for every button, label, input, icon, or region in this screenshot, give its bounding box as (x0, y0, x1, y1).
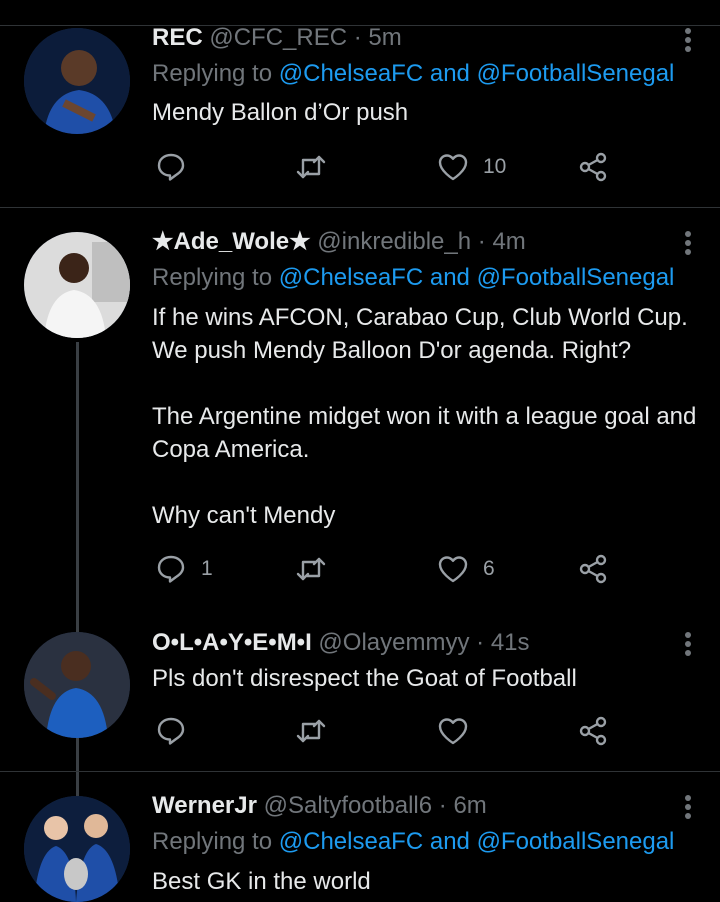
timestamp[interactable]: 6m (453, 792, 486, 819)
display-name[interactable]: ★Ade_Wole★ (152, 228, 311, 255)
tweet-text: Pls don't disrespect the Goat of Footbal… (152, 665, 577, 692)
mention-and: and (429, 828, 470, 855)
share-icon (579, 152, 607, 182)
action-bar (155, 714, 615, 748)
thread-line (76, 342, 79, 826)
reply-button[interactable] (155, 714, 201, 748)
handle[interactable]: @inkredible_h (317, 228, 471, 255)
tweet-header: REC @CFC_REC · 5m (152, 24, 402, 52)
replying-to: Replying to @ChelseaFC and @FootballSene… (152, 60, 674, 88)
like-count: 6 (483, 557, 495, 580)
reply-count: 1 (201, 557, 213, 580)
avatar[interactable] (24, 28, 130, 134)
tweet-header: O•L•A•Y•E•M•I @Olayemmyy · 41s (152, 629, 530, 657)
like-count: 10 (483, 155, 507, 178)
retweet-button[interactable] (295, 552, 341, 586)
display-name[interactable]: WernerJr (152, 792, 257, 819)
tweet-text: Best GK in the world (152, 868, 371, 895)
avatar[interactable] (24, 632, 130, 738)
dot-separator: · (353, 24, 362, 51)
more-icon[interactable] (684, 632, 692, 659)
tweet-text: If he wins AFCON, Carabao Cup, Club Worl… (152, 304, 697, 529)
handle[interactable]: @Saltyfootball6 (264, 792, 432, 819)
like-button[interactable]: 10 (437, 150, 506, 184)
share-button[interactable] (577, 552, 609, 586)
reply-button[interactable]: 1 (155, 552, 213, 586)
share-icon (579, 716, 607, 746)
mention-chelsea[interactable]: @ChelseaFC (279, 828, 423, 855)
replying-to: Replying to @ChelseaFC and @FootballSene… (152, 264, 674, 292)
tweet-text: Mendy Ballon d’Or push (152, 99, 409, 126)
retweet-button[interactable] (295, 150, 341, 184)
reply-icon (157, 555, 185, 583)
handle[interactable]: @Olayemmyy (318, 629, 469, 656)
action-bar: 1 6 (155, 552, 615, 586)
replying-prefix: Replying to (152, 264, 273, 291)
more-icon[interactable] (684, 231, 692, 258)
retweet-button[interactable] (295, 714, 341, 748)
avatar-image (24, 232, 130, 338)
avatar-image (24, 28, 130, 134)
like-icon (438, 154, 468, 181)
reply-button[interactable] (155, 150, 201, 184)
replying-prefix: Replying to (152, 828, 273, 855)
share-button[interactable] (577, 150, 609, 184)
mention-and: and (429, 60, 470, 87)
action-bar: 10 (155, 150, 615, 184)
avatar-image (24, 796, 130, 902)
dot-separator: · (477, 228, 486, 255)
reply-icon (157, 717, 185, 745)
share-icon (579, 554, 607, 584)
display-name[interactable]: REC (152, 24, 203, 51)
retweet-icon (296, 557, 326, 581)
mention-chelsea[interactable]: @ChelseaFC (279, 264, 423, 291)
mention-chelsea[interactable]: @ChelseaFC (279, 60, 423, 87)
like-icon (438, 556, 468, 583)
replying-prefix: Replying to (152, 60, 273, 87)
more-icon[interactable] (684, 28, 692, 55)
share-button[interactable] (577, 714, 609, 748)
mention-senegal[interactable]: @FootballSenegal (477, 264, 675, 291)
mention-senegal[interactable]: @FootballSenegal (477, 828, 675, 855)
avatar[interactable] (24, 796, 130, 902)
timestamp[interactable]: 4m (492, 228, 525, 255)
timestamp[interactable]: 41s (491, 629, 530, 656)
dot-separator: · (476, 629, 485, 656)
replying-to: Replying to @ChelseaFC and @FootballSene… (152, 828, 674, 856)
avatar[interactable] (24, 232, 130, 338)
dot-separator: · (438, 792, 447, 819)
display-name[interactable]: O•L•A•Y•E•M•I (152, 629, 312, 656)
tweet-header: WernerJr @Saltyfootball6 · 6m (152, 792, 487, 820)
like-icon (438, 718, 468, 745)
timestamp[interactable]: 5m (368, 24, 401, 51)
avatar-image (24, 632, 130, 738)
mention-and: and (429, 264, 470, 291)
more-icon[interactable] (684, 795, 692, 822)
retweet-icon (296, 155, 326, 179)
mention-senegal[interactable]: @FootballSenegal (477, 60, 675, 87)
handle[interactable]: @CFC_REC (209, 24, 347, 51)
tweet-divider (0, 771, 720, 772)
like-button[interactable] (437, 714, 483, 748)
like-button[interactable]: 6 (437, 552, 495, 586)
tweet-header: ★Ade_Wole★ @inkredible_h · 4m (152, 228, 526, 256)
reply-icon (157, 153, 185, 181)
retweet-icon (296, 719, 326, 743)
tweet-divider (0, 207, 720, 208)
